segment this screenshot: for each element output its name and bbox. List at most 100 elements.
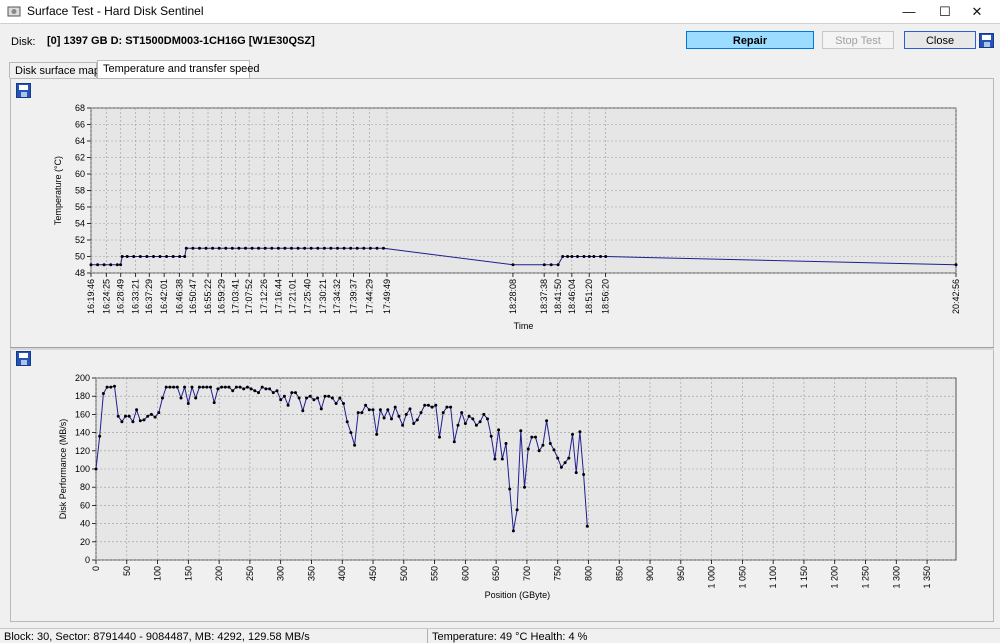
data-point (175, 385, 179, 389)
data-point (578, 430, 582, 434)
data-point (201, 385, 205, 389)
data-point (119, 263, 123, 267)
data-point (172, 385, 176, 389)
data-point (571, 432, 574, 436)
x-tick-label: 1 250 (861, 566, 871, 589)
status-bar: Block: 30, Sector: 8791440 - 9084487, MB… (0, 628, 1000, 643)
tab-disk-surface-map[interactable]: Disk surface map (9, 62, 100, 78)
y-tick-label: 140 (75, 428, 90, 438)
data-point (101, 392, 105, 395)
status-temperature-health: Temperature: 49 °C Health: 4 % (432, 631, 588, 643)
data-point (198, 246, 201, 250)
data-point (124, 414, 127, 418)
data-point (567, 456, 571, 460)
data-point (526, 447, 530, 451)
data-point (125, 255, 129, 258)
data-point (504, 442, 508, 445)
data-point (212, 401, 216, 405)
data-point (334, 402, 338, 405)
performance-chart: 0 20 40 60 80 100 120 140 160 180 200 0 50 100 150 200 2… (58, 373, 957, 600)
data-point (438, 435, 441, 439)
data-point (371, 408, 375, 412)
data-point (390, 417, 393, 421)
data-point (582, 255, 586, 258)
data-point (183, 385, 187, 389)
tab-temperature-transfer-speed[interactable]: Temperature and transfer speed (97, 60, 260, 78)
data-point (131, 420, 135, 424)
data-point (294, 391, 297, 395)
data-point (211, 246, 215, 250)
data-point (548, 442, 552, 445)
data-point (234, 385, 238, 389)
y-tick-label: 56 (75, 202, 85, 212)
repair-button[interactable]: Repair (686, 31, 814, 49)
stop-test-button[interactable]: Stop Test (822, 31, 894, 49)
x-tick-label: 50 (122, 566, 132, 576)
data-point (478, 420, 482, 424)
close-window-button[interactable]: ✕ (954, 0, 1000, 23)
x-axis-label: Position (GByte) (485, 590, 551, 600)
data-point (190, 385, 194, 389)
data-point (445, 405, 449, 409)
save-icon[interactable] (979, 33, 994, 48)
data-point (178, 255, 182, 258)
data-point (94, 467, 98, 471)
x-tick-label: 16:59:29 (217, 279, 227, 314)
data-point (157, 411, 161, 415)
data-point (368, 246, 372, 250)
data-point (954, 263, 958, 267)
data-point (257, 391, 260, 395)
x-tick-label: 700 (522, 566, 532, 581)
data-point (138, 419, 142, 423)
x-tick-label: 17:21:01 (287, 279, 297, 314)
data-point (113, 384, 116, 388)
x-tick-label: 800 (583, 566, 593, 581)
data-point (244, 246, 247, 250)
data-point (270, 246, 274, 250)
data-point (541, 443, 545, 447)
data-point (556, 263, 560, 267)
data-point (308, 394, 312, 398)
data-point (260, 385, 264, 389)
data-point (116, 414, 120, 418)
data-point (179, 396, 183, 400)
status-block-info: Block: 30, Sector: 8791440 - 9084487, MB… (4, 631, 310, 643)
data-point (434, 403, 438, 407)
x-tick-label: 250 (245, 566, 255, 581)
y-tick-label: 60 (80, 500, 90, 510)
data-point (327, 394, 331, 398)
data-point (135, 408, 139, 412)
data-point (604, 255, 608, 258)
x-tick-label: 17:16:44 (273, 279, 283, 314)
y-tick-label: 66 (75, 120, 85, 130)
close-button[interactable]: Close (904, 31, 976, 49)
data-point (312, 398, 316, 402)
y-tick-label: 80 (80, 482, 90, 492)
x-tick-label: 550 (430, 566, 440, 581)
data-point (227, 385, 231, 389)
data-point (549, 263, 553, 267)
data-point (249, 387, 253, 391)
data-point (460, 411, 464, 415)
data-point (426, 403, 430, 407)
data-point (486, 417, 489, 421)
x-tick-label: 18:37:38 (539, 279, 549, 314)
temperature-chart: 48 50 52 54 56 58 60 62 64 66 68 16:19:46 16:24:25 16… (53, 103, 961, 331)
x-tick-label: 18:28:08 (508, 279, 518, 314)
data-point (132, 255, 136, 258)
data-point (349, 246, 353, 250)
x-tick-label: 16:46:38 (174, 279, 184, 314)
x-tick-label: 17:07:52 (244, 279, 254, 314)
data-point (419, 411, 423, 415)
x-tick-label: 17:12:26 (259, 279, 269, 314)
data-point (303, 246, 307, 250)
x-tick-label: 17:25:40 (303, 279, 313, 314)
data-point (552, 448, 556, 452)
save-performance-chart-icon[interactable] (16, 351, 31, 366)
x-tick-label: 400 (337, 566, 347, 581)
save-temperature-chart-icon[interactable] (16, 83, 31, 98)
x-tick-label: 16:55:22 (203, 279, 213, 314)
data-point (493, 457, 497, 461)
data-point (393, 405, 397, 409)
x-tick-label: 0 (91, 566, 101, 571)
